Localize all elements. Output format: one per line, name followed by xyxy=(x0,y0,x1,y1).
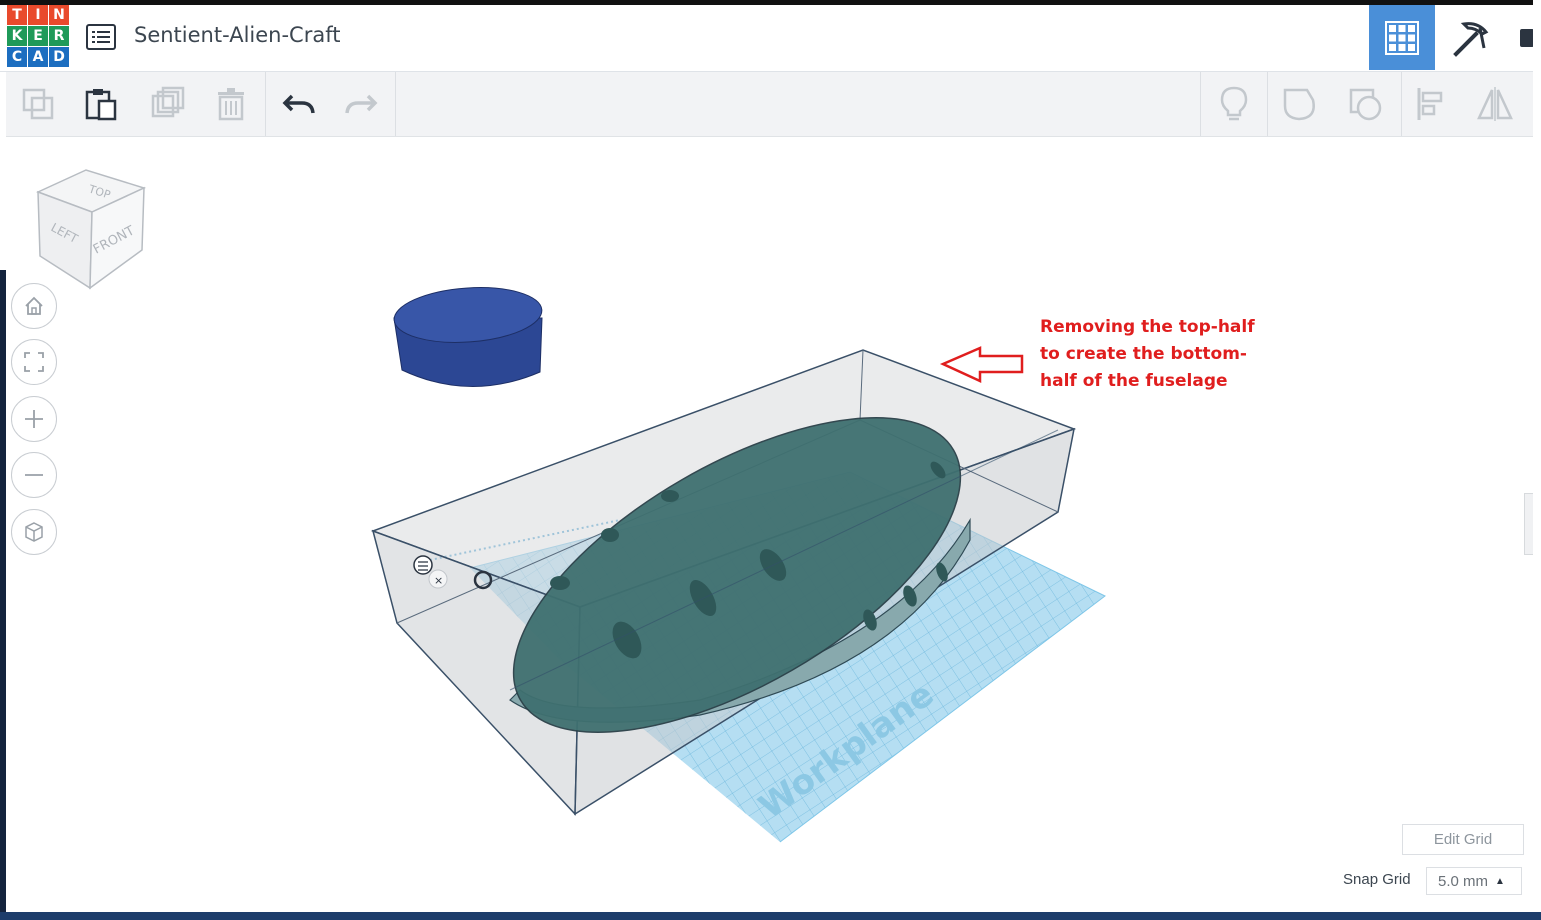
window-bottom-edge xyxy=(0,912,1541,920)
window-right-edge xyxy=(1533,0,1541,912)
annotation-line: half of the fuselage xyxy=(1040,371,1228,391)
annotation-line: to create the bottom- xyxy=(1040,344,1247,364)
window-left-edge xyxy=(0,270,6,912)
annotation-text: Removing the top-half to create the bott… xyxy=(1040,314,1270,395)
annotation-arrow xyxy=(939,346,1024,383)
scene-3d[interactable]: Workplane × xyxy=(0,0,1533,912)
svg-text:×: × xyxy=(434,574,443,587)
caret-up-icon: ▲ xyxy=(1495,875,1505,887)
annotation-line: Removing the top-half xyxy=(1040,317,1255,337)
snap-grid-label: Snap Grid xyxy=(1343,871,1411,888)
snap-grid-value: 5.0 mm xyxy=(1438,872,1489,890)
edit-grid-button[interactable]: Edit Grid xyxy=(1402,824,1524,855)
cylinder-shape[interactable] xyxy=(392,283,543,387)
snap-grid-select[interactable]: 5.0 mm ▲ xyxy=(1426,867,1522,895)
